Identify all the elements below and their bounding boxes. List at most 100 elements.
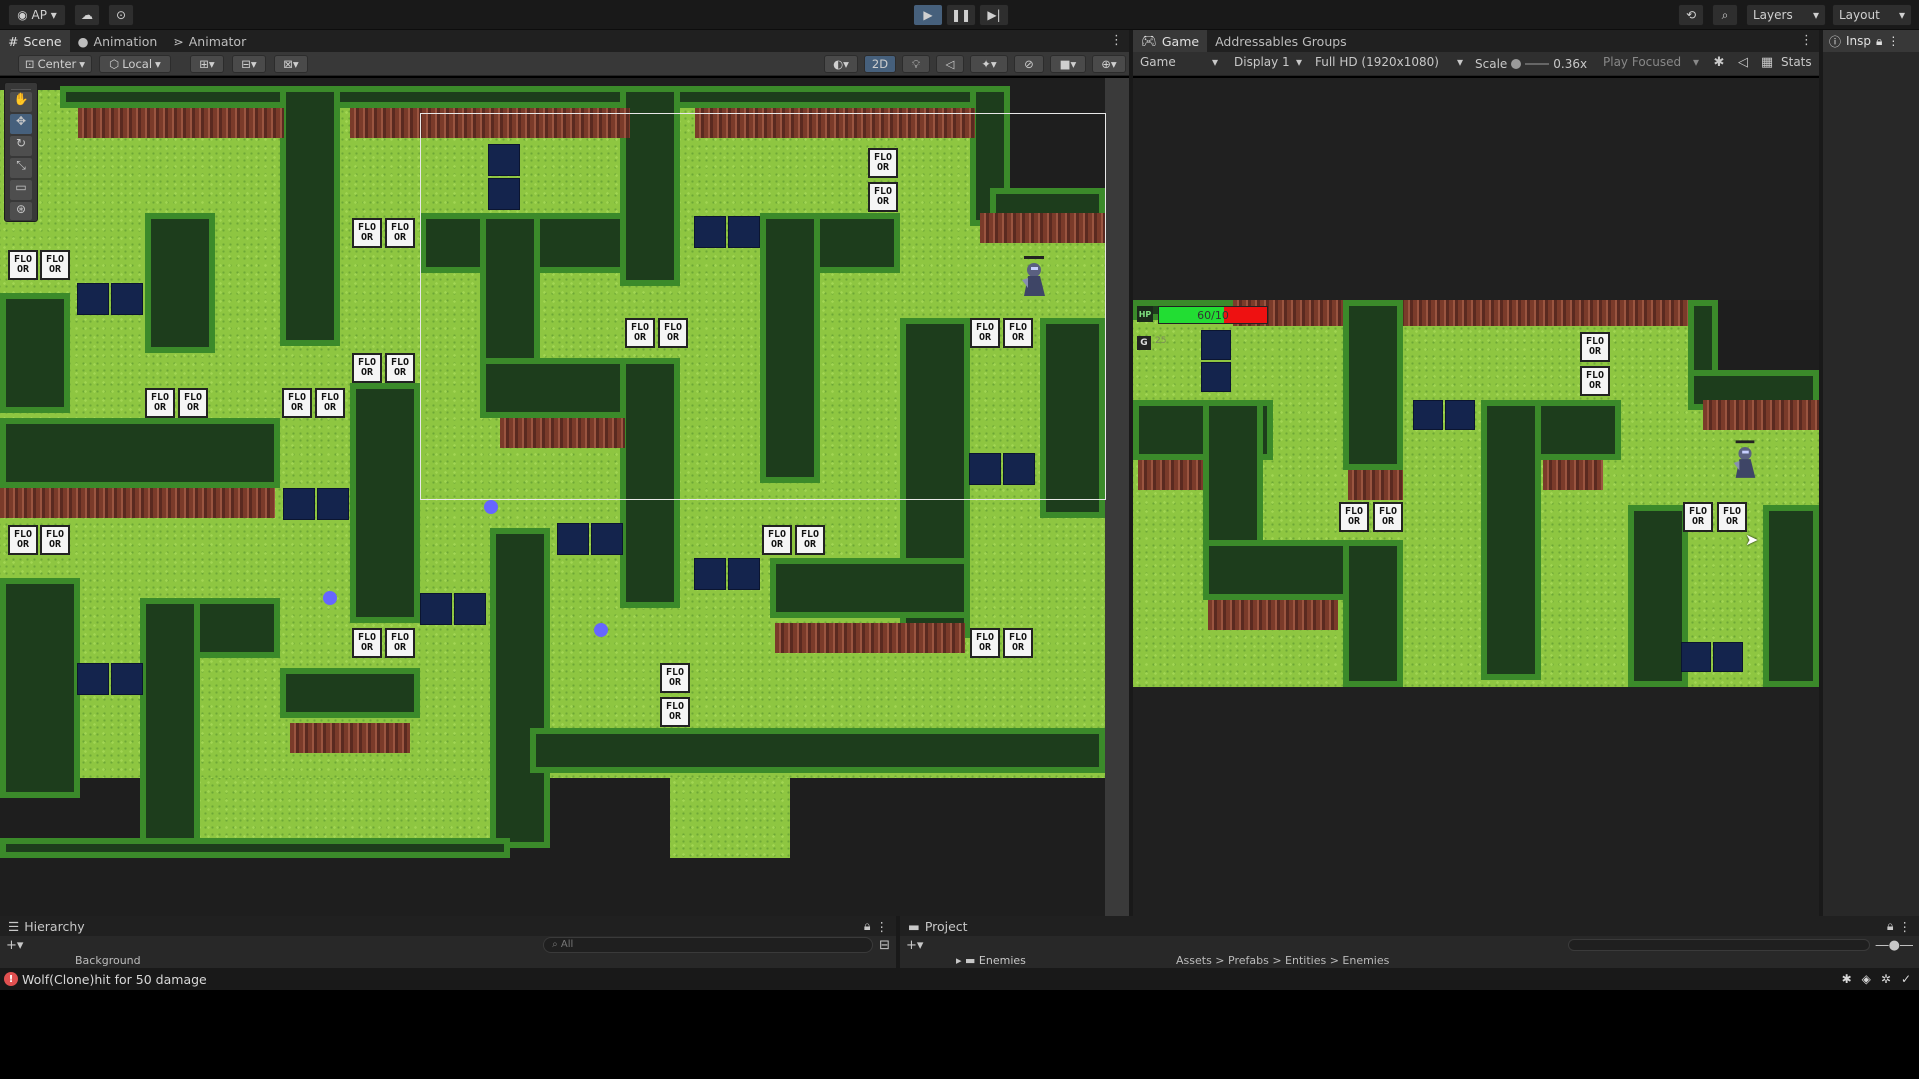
hedge-wall: [1343, 300, 1403, 470]
add-icon[interactable]: +▾: [906, 938, 923, 953]
floor-tile: FLO OR: [352, 353, 382, 383]
project-toolbar: +▾ ―●―: [900, 936, 1919, 954]
tree-trunk-row: [1233, 300, 1703, 326]
hand-tool-icon[interactable]: ✋: [10, 92, 32, 112]
debug-icon[interactable]: ✲: [1881, 972, 1891, 986]
player-sprite[interactable]: [1730, 440, 1760, 482]
enemy-marker[interactable]: [323, 591, 337, 605]
search-type-icon[interactable]: ⊟: [879, 938, 890, 953]
audio-toggle[interactable]: ◁: [936, 55, 964, 73]
scale-slider-track[interactable]: [1525, 63, 1550, 65]
animator-icon: ⋗: [173, 33, 184, 49]
mode-2d-toggle[interactable]: 2D: [864, 55, 896, 73]
more-icon[interactable]: ⋮: [1110, 33, 1123, 48]
project-header: ▬ Project 🔒︎ ⋮: [900, 916, 1919, 936]
pause-button[interactable]: ❚❚: [946, 4, 976, 26]
tab-addressables-groups[interactable]: Addressables Groups: [1207, 30, 1355, 52]
history-icon[interactable]: ⟲: [1678, 4, 1704, 26]
cloud-icon[interactable]: ☁: [74, 4, 100, 26]
game-view[interactable]: FLO OR FLO OR FLO OR FLO OR FLO OR FLO O…: [1133, 78, 1819, 916]
grid-snap-button[interactable]: ⊞▾: [190, 55, 224, 73]
collab-icon[interactable]: ⊙: [108, 4, 134, 26]
rect-tool-icon[interactable]: ▭: [10, 180, 32, 200]
player-sprite[interactable]: [1018, 256, 1050, 300]
hp-text: 60/10: [1197, 309, 1229, 322]
lock-icon[interactable]: 🔒︎: [864, 918, 871, 934]
play-mode-dropdown[interactable]: Play Focused ▾: [1599, 55, 1703, 73]
layers-dropdown[interactable]: Layers ▾: [1746, 4, 1826, 26]
hierarchy-item[interactable]: Background: [0, 954, 896, 968]
more-icon[interactable]: ⋮: [1800, 33, 1813, 48]
display-dropdown[interactable]: Display 1 ▾: [1230, 55, 1306, 73]
camera-dropdown[interactable]: ■▾: [1050, 55, 1086, 73]
hierarchy-search-input[interactable]: ⌕ All: [543, 937, 874, 953]
scene-view[interactable]: FLO OR FLO OR FLO OR FLO OR FLO OR FLO O…: [0, 78, 1129, 916]
search-icon[interactable]: ⌕: [1712, 4, 1738, 26]
hedge-wall: [280, 668, 420, 718]
lock-icon[interactable]: 🔒︎: [1876, 34, 1882, 49]
scale-tool-icon[interactable]: ⤡: [10, 158, 32, 178]
tree-trunk-row: [78, 108, 284, 138]
lighting-toggle[interactable]: 💡︎: [902, 55, 930, 73]
palette-grip[interactable]: [11, 83, 31, 90]
hidden-objects-toggle[interactable]: ⊘: [1014, 55, 1044, 73]
chevron-down-icon: ▾: [1898, 8, 1905, 22]
hedge-wall: [670, 86, 990, 108]
gizmos-dropdown[interactable]: ⊕▾: [1092, 55, 1126, 73]
more-icon[interactable]: ⋮: [876, 919, 889, 934]
folder-icon: ▬: [908, 918, 920, 934]
rotate-tool-icon[interactable]: ↻: [10, 136, 32, 156]
increment-snap-button[interactable]: ⊠▾: [274, 55, 308, 73]
mute-audio-icon[interactable]: ◁: [1733, 55, 1753, 73]
chevron-down-icon: ▾: [1692, 55, 1699, 69]
project-search-input[interactable]: [1567, 939, 1870, 951]
cache-icon[interactable]: ◈: [1862, 972, 1871, 986]
tab-scene[interactable]: # Scene: [0, 30, 70, 52]
error-icon[interactable]: !: [4, 972, 18, 986]
stats-button[interactable]: Stats: [1781, 55, 1815, 73]
hedge-wall: [140, 598, 200, 848]
dark-tile: [1445, 400, 1475, 430]
space-dropdown[interactable]: ⬡ Local ▾: [99, 55, 171, 73]
tree-trunk-row: [775, 623, 965, 653]
layout-dropdown[interactable]: Layout ▾: [1832, 4, 1912, 26]
game-tab-bar: 🎮︎ Game Addressables Groups ⋮: [1133, 30, 1819, 52]
resolution-dropdown[interactable]: Full HD (1920x1080) ▾: [1311, 55, 1467, 73]
lock-icon[interactable]: 🔒︎: [1887, 918, 1894, 934]
account-dropdown[interactable]: ◉ AP ▾: [8, 4, 66, 26]
tab-inspector[interactable]: ⓘ Insp 🔒︎ ⋮: [1823, 30, 1919, 52]
gamepad-icon: 🎮︎: [1141, 33, 1157, 48]
status-message[interactable]: Wolf(Clone)hit for 50 damage: [22, 972, 207, 987]
enemy-marker[interactable]: [484, 500, 498, 514]
tab-hierarchy[interactable]: Hierarchy: [24, 919, 84, 934]
draw-mode-button[interactable]: ◐▾: [824, 55, 858, 73]
scale-slider[interactable]: Scale 0.36x: [1475, 55, 1593, 73]
project-folder-item[interactable]: ▸ ▬ Enemies: [900, 954, 1156, 968]
view-dropdown[interactable]: Game ▾: [1136, 55, 1222, 73]
gizmos-icon[interactable]: ▦: [1757, 55, 1777, 73]
hierarchy-header: ☰ Hierarchy 🔒︎ ⋮: [0, 916, 896, 936]
play-button[interactable]: ▶: [913, 4, 943, 26]
check-icon[interactable]: ✓: [1901, 972, 1911, 986]
tab-game[interactable]: 🎮︎ Game: [1133, 30, 1208, 52]
floor-tile: FLO OR: [178, 388, 208, 418]
more-icon[interactable]: ⋮: [1899, 919, 1912, 934]
project-panel: ▬ Project 🔒︎ ⋮ +▾ ―●― ▸ ▬ Enemies Assets…: [900, 916, 1919, 968]
scale-slider-handle[interactable]: [1511, 59, 1522, 69]
bug-icon[interactable]: ✱: [1709, 55, 1729, 73]
add-icon[interactable]: +▾: [6, 938, 23, 953]
zoom-slider[interactable]: ―●―: [1876, 938, 1913, 953]
enemy-marker[interactable]: [594, 623, 608, 637]
bug-icon[interactable]: ✱: [1842, 972, 1852, 986]
tab-animation[interactable]: ● Animation: [70, 30, 166, 52]
pivot-dropdown[interactable]: ⊡ Center ▾: [18, 55, 92, 73]
move-tool-icon[interactable]: ✥: [10, 114, 32, 134]
transform-tool-icon[interactable]: ⊛: [10, 202, 32, 220]
tab-animator[interactable]: ⋗ Animator: [165, 30, 254, 52]
snap-settings-button[interactable]: ⊟▾: [232, 55, 266, 73]
more-icon[interactable]: ⋮: [1887, 34, 1899, 48]
floor-tile: FLO OR: [1717, 502, 1747, 532]
tab-project[interactable]: Project: [925, 919, 968, 934]
effects-dropdown[interactable]: ✦▾: [970, 55, 1008, 73]
step-button[interactable]: ▶|: [979, 4, 1009, 26]
